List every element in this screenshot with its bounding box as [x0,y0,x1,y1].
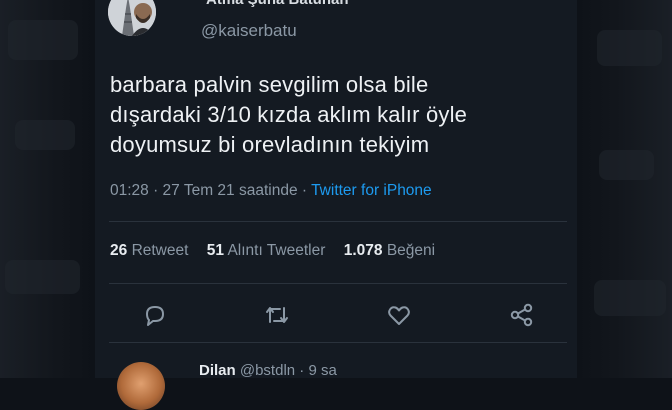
tweet-text-line: barbara palvin sevgilim olsa bile [110,72,429,97]
divider [109,342,567,343]
likes-stat[interactable]: 1.078 Beğeni [344,242,435,259]
likes-count: 1.078 [343,242,383,259]
action-bar [95,298,577,332]
quotes-count: 51 [206,242,224,259]
like-icon [388,306,410,325]
reply-button[interactable] [140,298,170,332]
retweets-count: 26 [110,242,128,259]
reply-author-name[interactable]: Dilan [199,362,236,379]
tweet-text: barbara palvin sevgilim olsa bile dışard… [110,70,570,160]
share-button[interactable] [507,298,537,332]
divider [109,283,567,284]
author-name[interactable]: Atma Şuna Batuhan [206,0,349,8]
reply-header: Dilan @bstdln · 9 sa [199,362,337,379]
retweet-icon [266,307,288,323]
blurred-background-right [577,0,672,378]
retweets-stat[interactable]: 26 Retweet [110,242,188,259]
retweets-label: Retweet [131,242,189,259]
reply-avatar[interactable] [117,362,165,410]
retweet-button[interactable] [262,298,292,332]
tweet-text-line: dışardaki 3/10 kızda aklım kalır öyle [110,102,468,127]
tweet-meta: 01:28 · 27 Tem 21 saatinde · Twitter for… [110,182,432,200]
like-button[interactable] [384,298,414,332]
share-icon [510,303,533,327]
likes-label: Beğeni [386,242,436,259]
quotes-label: Alıntı Tweetler [227,242,326,259]
divider [109,221,567,222]
reply-handle[interactable]: @bstdln · 9 sa [240,362,337,379]
author-handle[interactable]: @kaiserbatu [201,21,297,41]
author-avatar[interactable] [108,0,156,36]
tweet-card: Atma Şuna Batuhan @kaiserbatu barbara pa… [95,0,577,410]
tweet-text-line: doyumsuz bi orevladının tekiyim [110,132,430,157]
client-link[interactable]: Twitter for iPhone [311,182,432,199]
reply-icon [146,306,164,326]
blurred-background-left [0,0,95,378]
tweet-stats: 26 Retweet 51 Alıntı Tweetler 1.078 Beğe… [110,242,435,260]
quotes-stat[interactable]: 51 Alıntı Tweetler [207,242,326,259]
timestamp[interactable]: 01:28 · 27 Tem 21 saatinde · [110,182,311,199]
